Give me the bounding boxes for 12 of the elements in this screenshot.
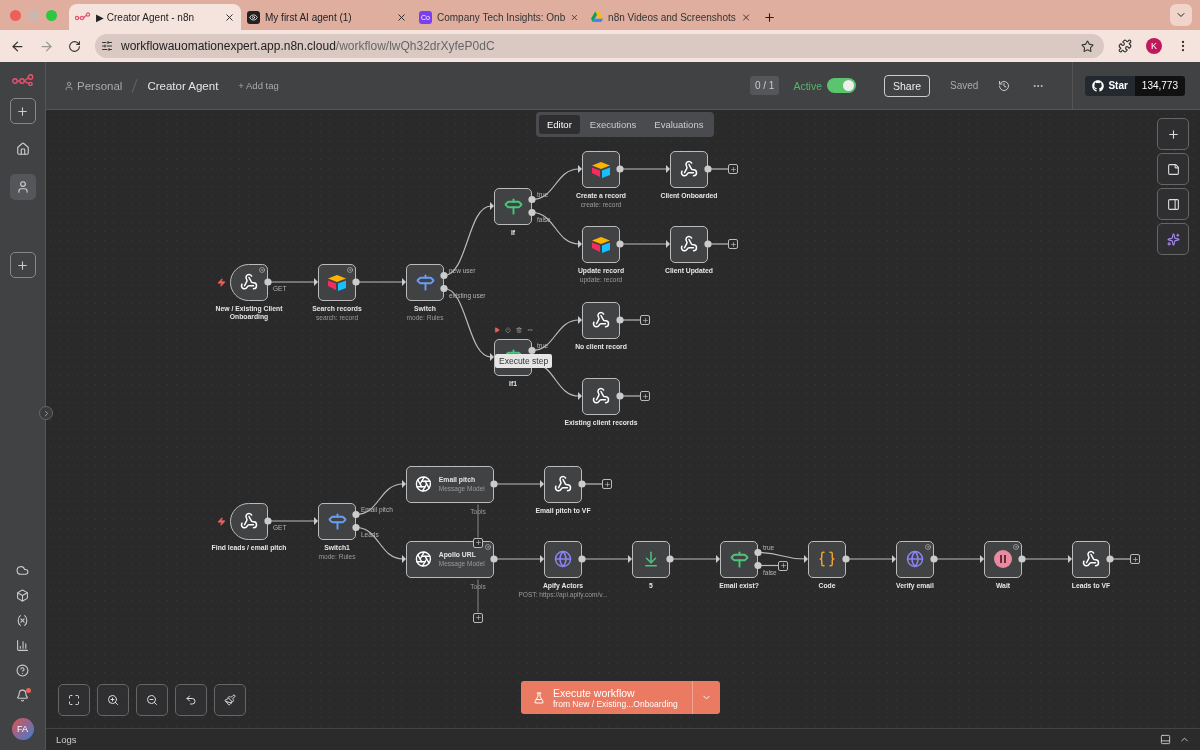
tab-title: ▶ Creator Agent - n8n bbox=[96, 11, 196, 23]
breadcrumb-text: Personal bbox=[77, 79, 123, 92]
tab-title: n8n Videos and Screenshots bbox=[608, 11, 736, 23]
star-count: 134,773 bbox=[1134, 75, 1185, 96]
tooltip: Execute step bbox=[495, 354, 553, 368]
tab-title: My first AI agent (1) bbox=[265, 11, 353, 23]
url-text: workflowauomationexpert.app.n8n.cloud/workflow/lwQh32drXyfeP0dC bbox=[121, 39, 496, 53]
counter-badge: 0 / 1 bbox=[749, 76, 780, 95]
saved-status: Saved bbox=[950, 80, 979, 91]
tab-title: Company Tech Insights: Onb bbox=[437, 11, 566, 23]
star-label: Star bbox=[1108, 80, 1128, 91]
active-label: Active bbox=[793, 79, 822, 92]
